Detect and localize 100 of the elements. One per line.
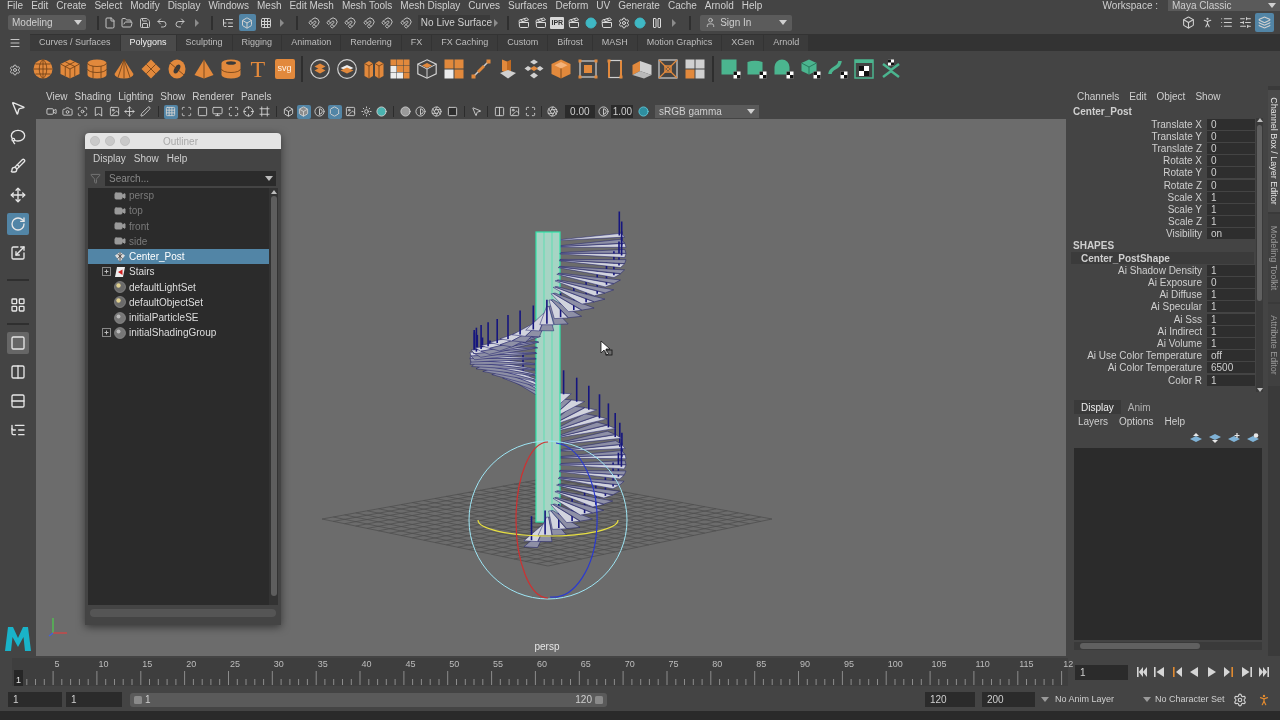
diamond-plane-icon[interactable] — [140, 58, 161, 79]
figure-icon[interactable] — [1257, 692, 1271, 707]
outliner-item[interactable]: front — [88, 218, 269, 234]
menu-item[interactable]: Surfaces — [508, 0, 548, 11]
scrollbar[interactable] — [1256, 118, 1263, 392]
character-set-dropdown[interactable]: No Character Set — [1143, 692, 1225, 707]
shelf-tab[interactable]: Bifrost — [548, 35, 592, 51]
menu-icon[interactable] — [9, 37, 21, 49]
shelf-tab[interactable]: Motion Graphics — [637, 35, 722, 51]
ringed-layers-icon[interactable] — [309, 58, 330, 79]
new-file-icon[interactable] — [103, 16, 116, 29]
outliner-item[interactable]: initialParticleSE — [88, 310, 269, 326]
menu-item[interactable]: View — [46, 88, 68, 104]
menu-item[interactable]: Display — [93, 151, 126, 166]
channel-value-field[interactable]: 1 — [1207, 337, 1255, 349]
menu-item[interactable]: Show — [160, 88, 186, 104]
camera-icon[interactable] — [61, 106, 73, 117]
menu-item[interactable]: Shading — [74, 88, 112, 104]
menu-item[interactable]: Show — [133, 151, 159, 166]
menu-item[interactable]: File — [7, 0, 24, 11]
spiral-staircase-model[interactable] — [469, 210, 627, 548]
clapperboard-icon[interactable] — [601, 16, 614, 29]
paired-squares-icon[interactable] — [685, 58, 706, 79]
menu-set-dropdown[interactable]: Modeling — [8, 15, 86, 30]
pipe-icon[interactable] — [220, 58, 241, 79]
magnet-icon[interactable] — [362, 16, 375, 29]
channel-value-field[interactable]: 0 — [1207, 179, 1255, 191]
layer-tab[interactable]: Display — [1074, 400, 1121, 414]
grid-squares-icon[interactable] — [443, 58, 464, 79]
step-forward-key-icon[interactable] — [1241, 667, 1252, 677]
menu-item[interactable]: Mesh — [257, 0, 282, 11]
corner-brackets-icon[interactable] — [524, 106, 536, 117]
window-checker-icon[interactable] — [854, 58, 875, 79]
undo-icon[interactable] — [156, 16, 169, 29]
end-frame-field[interactable]: 200 — [982, 692, 1035, 707]
menu-item[interactable]: Channels — [1077, 88, 1120, 104]
clapperboard-icon[interactable] — [518, 16, 531, 29]
menu-item[interactable]: Help — [741, 0, 763, 11]
menu-item[interactable]: Generate — [618, 0, 660, 11]
range-handle-icon[interactable] — [134, 695, 142, 704]
menu-item[interactable]: Renderer — [192, 88, 234, 104]
scattered-diamonds-icon[interactable] — [524, 58, 545, 79]
collapse-arrow-icon[interactable] — [493, 18, 498, 27]
save-icon[interactable] — [138, 16, 151, 29]
outliner-item[interactable]: top — [88, 203, 269, 219]
circle-planes-icon[interactable] — [336, 58, 357, 79]
target-square-icon[interactable] — [658, 58, 679, 79]
shelf-tab[interactable]: Rendering — [341, 35, 401, 51]
range-bar[interactable]: 1 120 — [130, 692, 607, 707]
step-back-frame-icon[interactable] — [1171, 667, 1182, 677]
magnet-icon[interactable] — [399, 16, 412, 29]
menu-item[interactable]: Cache — [667, 0, 697, 11]
play-backward-icon[interactable] — [1189, 667, 1200, 677]
tiled-squares-icon[interactable] — [390, 58, 411, 79]
exposure-field[interactable]: 0.00 — [564, 105, 595, 118]
image-icon[interactable] — [108, 106, 120, 117]
outliner-item[interactable]: Stairs — [88, 264, 269, 280]
layer-plus-icon[interactable] — [1228, 432, 1240, 443]
clapperboard-icon[interactable] — [567, 16, 580, 29]
menu-item[interactable]: Windows — [208, 0, 249, 11]
shelf-tab[interactable]: Animation — [282, 35, 341, 51]
gear-icon[interactable] — [1233, 692, 1247, 707]
folder-icon[interactable] — [121, 16, 134, 29]
disc-icon[interactable] — [399, 106, 411, 117]
menu-item[interactable]: Display — [167, 0, 201, 11]
diagonal-line-icon[interactable] — [470, 58, 491, 79]
channel-value-field[interactable]: 1 — [1207, 374, 1255, 386]
wire-cube-icon[interactable] — [417, 58, 438, 79]
menu-item[interactable]: Object — [1156, 88, 1186, 104]
disc-icon[interactable] — [634, 16, 647, 29]
collapse-arrow-icon[interactable] — [672, 18, 677, 27]
clapperboard-icon[interactable] — [534, 16, 547, 29]
side-tab[interactable]: Modeling Toolkit — [1268, 214, 1280, 302]
outliner-item[interactable]: defaultObjectSet — [88, 294, 269, 310]
expand-icon[interactable] — [102, 267, 111, 277]
cube-icon[interactable] — [60, 58, 81, 79]
type-tool-button[interactable]: T — [250, 57, 266, 80]
magnet-icon[interactable] — [381, 16, 394, 29]
step-forward-frame-icon[interactable] — [1224, 667, 1235, 677]
sphere-icon[interactable] — [33, 58, 54, 79]
cylinder-icon[interactable] — [87, 58, 107, 79]
outliner-item[interactable]: initialShadingGroup — [88, 325, 269, 341]
panels-icon[interactable] — [493, 106, 505, 117]
channel-value-field[interactable]: 1 — [1207, 313, 1255, 325]
shelf-tab[interactable]: Arnold — [764, 35, 809, 51]
menu-item[interactable]: Mesh Display — [400, 0, 461, 11]
workspace-dropdown[interactable]: Maya Classic — [1168, 0, 1280, 11]
play-icon[interactable] — [1206, 667, 1217, 677]
dome-checker-icon[interactable] — [774, 58, 795, 79]
gear-icon[interactable] — [617, 16, 630, 29]
menu-item[interactable]: Deform — [555, 0, 589, 11]
channel-value-field[interactable]: 0 — [1207, 142, 1255, 154]
channel-value-field[interactable]: 1 — [1207, 264, 1255, 276]
settings-icon[interactable] — [9, 64, 21, 76]
channel-value-field[interactable]: 0 — [1207, 118, 1255, 130]
select-arrow-icon[interactable] — [471, 106, 483, 117]
go-to-end-icon[interactable] — [1259, 667, 1270, 677]
search-field[interactable]: Search... — [105, 170, 276, 186]
shelf-tab[interactable]: XGen — [722, 35, 764, 51]
range-slider-track[interactable]: 1 120 — [130, 692, 925, 707]
